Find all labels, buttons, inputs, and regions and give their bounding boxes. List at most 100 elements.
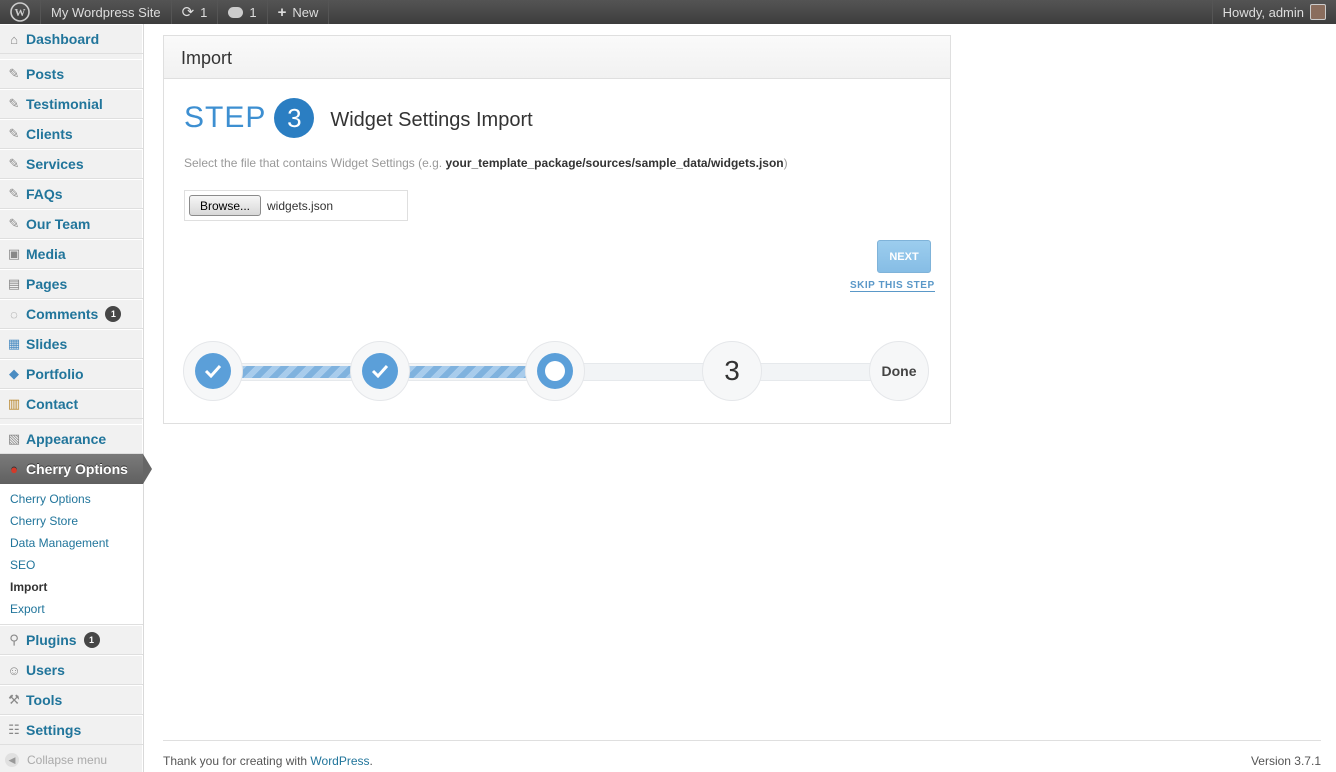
- users-icon: ☺: [7, 662, 21, 678]
- submenu-seo[interactable]: SEO: [0, 554, 143, 576]
- contact-icon: ▥: [7, 396, 21, 411]
- menu-label: Tools: [26, 692, 63, 708]
- new-label: New: [292, 4, 319, 20]
- updates-link[interactable]: ⟳ 1: [172, 0, 219, 24]
- menu-label: Cherry Options: [26, 461, 128, 477]
- menu-label: FAQs: [26, 186, 63, 202]
- progress-node-label: 3: [724, 355, 740, 386]
- menu-label: Services: [26, 156, 84, 172]
- comments-count: 1: [249, 4, 257, 20]
- menu-cherry-options[interactable]: ● Cherry Options: [0, 454, 152, 484]
- menu-label: Clients: [26, 126, 73, 142]
- menu-portfolio[interactable]: ◆ Portfolio: [0, 359, 143, 389]
- admin-bar: W My Wordpress Site ⟳ 1 1 + New Howdy, a…: [0, 0, 1336, 24]
- wordpress-link[interactable]: WordPress: [310, 754, 369, 768]
- menu-comments[interactable]: ◌ Comments 1: [0, 299, 143, 329]
- check-icon: [362, 353, 398, 389]
- comments-badge: 1: [105, 306, 122, 322]
- pin-icon: ✎: [8, 96, 20, 111]
- plus-icon: +: [277, 3, 287, 21]
- step-progress: 3 Done: [183, 341, 931, 403]
- collapse-menu-button[interactable]: ◀ Collapse menu: [0, 745, 143, 772]
- wordpress-logo-icon[interactable]: W: [0, 0, 41, 24]
- cherry-submenu: Cherry Options Cherry Store Data Managem…: [0, 484, 143, 625]
- menu-label: Media: [26, 246, 66, 262]
- progress-node-2: [350, 341, 410, 401]
- pin-icon: ✎: [8, 126, 20, 141]
- menu-faqs[interactable]: ✎ FAQs: [0, 179, 143, 209]
- comments-icon: ◌: [10, 306, 18, 322]
- menu-label: Posts: [26, 66, 65, 82]
- step-word: STEP: [184, 101, 267, 134]
- check-icon: [195, 353, 231, 389]
- new-content-link[interactable]: + New: [268, 0, 330, 24]
- menu-posts[interactable]: ✎ Posts: [0, 59, 143, 89]
- menu-testimonial[interactable]: ✎ Testimonial: [0, 89, 143, 119]
- updates-count: 1: [200, 4, 208, 20]
- next-button[interactable]: NEXT: [877, 240, 931, 273]
- file-hint: Select the file that contains Widget Set…: [184, 156, 788, 170]
- pin-icon: ✎: [8, 66, 20, 81]
- admin-footer: Thank you for creating with WordPress. V…: [163, 740, 1321, 768]
- hint-path: your_template_package/sources/sample_dat…: [445, 156, 784, 170]
- version-text: Version 3.7.1: [1250, 754, 1321, 768]
- menu-slides[interactable]: ▦ Slides: [0, 329, 143, 359]
- avatar: [1310, 4, 1326, 20]
- menu-label: Comments: [26, 306, 99, 322]
- menu-users[interactable]: ☺ Users: [0, 655, 143, 685]
- slides-icon: ▦: [7, 336, 21, 351]
- menu-pages[interactable]: ▤ Pages: [0, 269, 143, 299]
- portfolio-icon: ◆: [9, 366, 19, 381]
- menu-label: Dashboard: [26, 31, 100, 47]
- collapse-arrow-icon: ◀: [5, 753, 19, 767]
- comments-link[interactable]: 1: [218, 0, 268, 24]
- collapse-label: Collapse menu: [27, 753, 108, 767]
- skip-step-link[interactable]: SKIP THIS STEP: [850, 280, 935, 292]
- pages-icon: ▤: [7, 276, 21, 291]
- menu-label: Settings: [26, 722, 82, 738]
- menu-plugins[interactable]: ⚲ Plugins 1: [0, 625, 143, 655]
- menu-tools[interactable]: ⚒ Tools: [0, 685, 143, 715]
- menu-clients[interactable]: ✎ Clients: [0, 119, 143, 149]
- tools-icon: ⚒: [8, 692, 20, 707]
- plugins-badge: 1: [83, 632, 100, 648]
- menu-label: Slides: [26, 336, 68, 352]
- pin-icon: ✎: [8, 186, 20, 201]
- step-number-badge: 3: [274, 98, 315, 138]
- menu-contact[interactable]: ▥ Contact: [0, 389, 143, 419]
- menu-services[interactable]: ✎ Services: [0, 149, 143, 179]
- site-name-link[interactable]: My Wordpress Site: [41, 0, 172, 24]
- thanks-prefix: Thank you for creating with: [163, 754, 311, 768]
- import-panel: Import STEP 3 Widget Settings Import Sel…: [163, 35, 951, 424]
- menu-dashboard[interactable]: ⌂ Dashboard: [0, 24, 143, 54]
- cherry-icon: ●: [10, 461, 18, 477]
- selected-file-name: widgets.json: [267, 198, 334, 213]
- my-account-link[interactable]: Howdy, admin: [1211, 0, 1336, 24]
- appearance-icon: ▧: [7, 431, 21, 446]
- menu-our-team[interactable]: ✎ Our Team: [0, 209, 143, 239]
- submenu-import[interactable]: Import: [0, 576, 143, 598]
- progress-node-current: [525, 341, 585, 401]
- submenu-cherry-options[interactable]: Cherry Options: [0, 488, 143, 510]
- panel-title: Import: [164, 36, 950, 79]
- menu-label: Our Team: [26, 216, 91, 232]
- menu-appearance[interactable]: ▧ Appearance: [0, 424, 143, 454]
- dashboard-icon: ⌂: [10, 31, 18, 47]
- menu-media[interactable]: ▣ Media: [0, 239, 143, 269]
- admin-sidebar: ⌂ Dashboard ✎ Posts ✎ Testimonial ✎ Clients …: [0, 24, 152, 772]
- refresh-icon: ⟳: [181, 4, 195, 21]
- menu-label: Contact: [26, 396, 79, 412]
- menu-settings[interactable]: ☷ Settings: [0, 715, 143, 745]
- browse-button[interactable]: Browse...: [189, 195, 262, 216]
- pin-icon: ✎: [8, 216, 20, 231]
- menu-label: Plugins: [26, 632, 77, 648]
- hint-suffix: ): [783, 156, 788, 170]
- submenu-cherry-store[interactable]: Cherry Store: [0, 510, 143, 532]
- submenu-export[interactable]: Export: [0, 598, 143, 620]
- submenu-data-management[interactable]: Data Management: [0, 532, 143, 554]
- step-title: Widget Settings Import: [330, 108, 533, 131]
- svg-text:W: W: [15, 7, 26, 19]
- file-input[interactable]: Browse... widgets.json: [184, 190, 408, 221]
- done-label: Done: [881, 363, 917, 379]
- settings-icon: ☷: [8, 722, 20, 737]
